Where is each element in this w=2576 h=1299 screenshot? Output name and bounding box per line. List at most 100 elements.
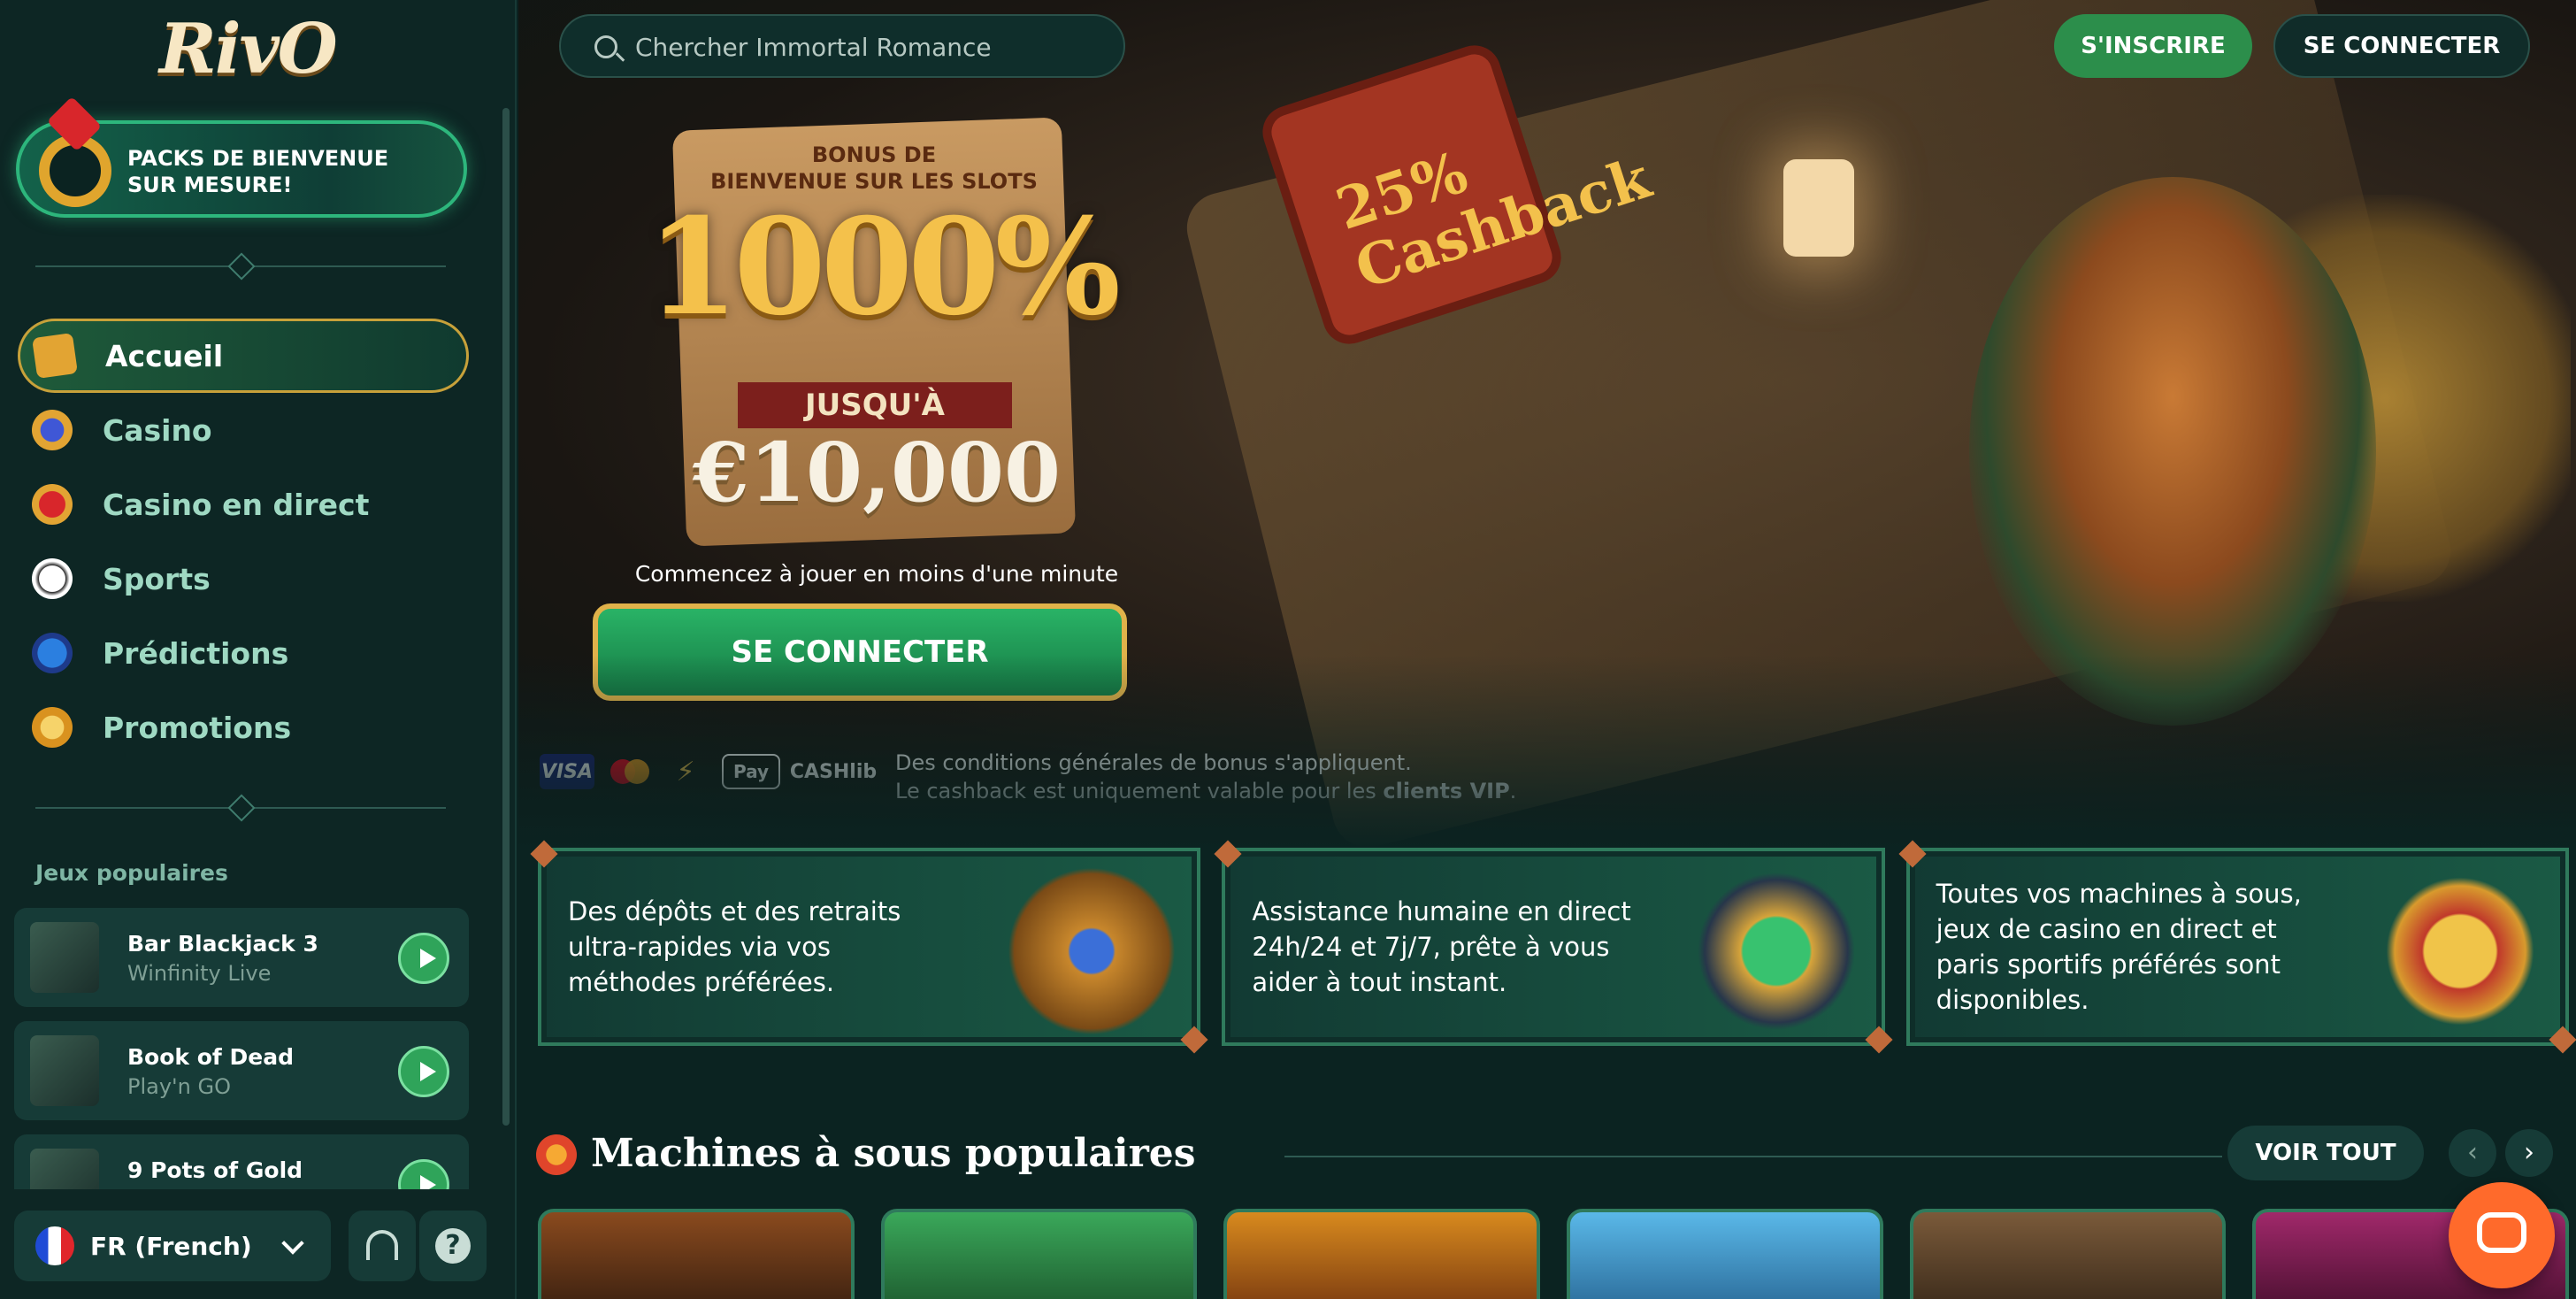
slots-carousel (538, 1209, 2570, 1299)
game-name: 9 Pots of Gold (127, 1157, 303, 1183)
search-input[interactable] (635, 27, 1113, 67)
sidebar-item-label: Prédictions (103, 635, 289, 671)
sidebar-item-label: Casino (103, 412, 212, 448)
chevron-down-icon (281, 1232, 304, 1255)
soccer-ball-icon (32, 558, 73, 599)
headset-icon (366, 1230, 398, 1260)
predictions-orb-icon (32, 633, 73, 673)
hero-banner[interactable]: 25% Cashback BONUS DE BIENVENUE SUR LES … (518, 0, 2576, 855)
terms-line-2: Le cashback est uniquement valable pour … (895, 777, 1516, 805)
apple-pay-icon: Pay (722, 754, 780, 789)
support-button[interactable] (349, 1211, 416, 1281)
feature-card-payments: Des dépôts et des retraits ultra-rapides… (538, 848, 1201, 1046)
slot-tile[interactable] (538, 1209, 855, 1299)
cashlib-icon: CASHlib (789, 760, 878, 783)
feature-cards: Des dépôts et des retraits ultra-rapides… (538, 848, 2569, 1046)
slot-tile[interactable] (1909, 1209, 2227, 1299)
sidebar-item-label: Casino en direct (103, 487, 370, 522)
game-card[interactable]: Bar Blackjack 3 Winfinity Live (14, 908, 469, 1007)
language-selector[interactable]: FR (French) (14, 1211, 331, 1281)
feature-text: Assistance humaine en direct 24h/24 et 7… (1252, 896, 1631, 997)
sidebar-item-accueil[interactable]: Accueil (18, 319, 469, 393)
terms-line-2-suffix: . (1509, 779, 1517, 803)
slot-tile[interactable] (880, 1209, 1198, 1299)
sidebar-item-promotions[interactable]: Promotions (18, 690, 469, 765)
welcome-pack-banner[interactable]: PACKS DE BIENVENUE SUR MESURE! (16, 120, 467, 218)
casino-chip-icon (32, 410, 73, 450)
game-thumbnail (30, 922, 99, 993)
ring-icon (39, 135, 111, 207)
sidebar-scrollbar[interactable] (502, 108, 510, 1126)
play-icon[interactable] (398, 1046, 449, 1097)
feature-card-games: Toutes vos machines à sous, jeux de casi… (1905, 848, 2569, 1046)
search-icon (594, 35, 617, 58)
slot-tile[interactable] (1567, 1209, 1883, 1299)
terms-line-1: Des conditions générales de bonus s'appl… (895, 750, 1412, 775)
bonus-terms: Des conditions générales de bonus s'appl… (895, 749, 1516, 805)
carousel-prev-button[interactable]: ‹ (2449, 1129, 2496, 1177)
live-casino-icon (32, 484, 73, 525)
game-name: Bar Blackjack 3 (127, 931, 318, 957)
view-all-button[interactable]: VOIR TOUT (2227, 1126, 2424, 1180)
mastercard-icon (610, 754, 649, 789)
sidebar-divider (35, 265, 446, 267)
candle-art (1783, 159, 1854, 257)
game-thumbnail (30, 1149, 99, 1189)
feature-text: Des dépôts et des retraits ultra-rapides… (568, 896, 901, 997)
hero-subtitle: Commencez à jouer en moins d'une minute (634, 561, 1119, 587)
sidebar: RivO PACKS DE BIENVENUE SUR MESURE! Accu… (0, 0, 517, 1299)
game-provider: Winfinity Live (127, 961, 272, 986)
popular-games-list: Bar Blackjack 3 Winfinity Live Book of D… (14, 908, 469, 1189)
sidebar-item-label: Sports (103, 561, 211, 596)
bonus-title: BONUS DE BIENVENUE SUR LES SLOTS (710, 142, 1038, 194)
visa-icon: VISA (540, 754, 594, 789)
sidebar-item-casino[interactable]: Casino (18, 393, 469, 467)
crown-coin-icon (32, 707, 73, 748)
game-card[interactable]: 9 Pots of Gold (14, 1134, 469, 1189)
instant-payment-icon: ⚡ (676, 756, 695, 788)
live-chat-button[interactable] (2449, 1182, 2555, 1288)
support-shield-icon (1691, 867, 1860, 1035)
hero-login-button[interactable]: SE CONNECTER (593, 603, 1127, 701)
payment-methods: VISA ⚡ Pay CASHlib (540, 754, 878, 789)
fox-mascot-art (1969, 177, 2376, 726)
rivo-logo[interactable]: RivO (159, 9, 354, 89)
login-button[interactable]: SE CONNECTER (2273, 14, 2530, 78)
scroll-icon (32, 333, 78, 379)
vip-clients-link[interactable]: clients VIP (1383, 779, 1509, 803)
bonus-amount: €10,000 (692, 425, 1062, 520)
play-icon[interactable] (398, 1159, 449, 1189)
feature-card-support: Assistance humaine en direct 24h/24 et 7… (1222, 848, 1885, 1046)
play-icon[interactable] (398, 933, 449, 984)
language-label: FR (French) (90, 1231, 252, 1261)
game-name: Book of Dead (127, 1044, 294, 1070)
main-content: 25% Cashback BONUS DE BIENVENUE SUR LES … (518, 0, 2576, 1299)
slot-machine-icon (2375, 867, 2544, 1035)
france-flag-icon (35, 1226, 74, 1265)
sidebar-nav: Accueil Casino Casino en direct Sports P… (18, 319, 469, 765)
sidebar-item-label: Promotions (103, 710, 292, 745)
sidebar-item-predictions[interactable]: Prédictions (18, 616, 469, 690)
popular-slots-header: Machines à sous populaires VOIR TOUT ‹ › (536, 1126, 2571, 1188)
terms-line-2-prefix: Le cashback est uniquement valable pour … (895, 779, 1384, 803)
search-bar[interactable] (559, 14, 1125, 78)
game-provider: Play'n GO (127, 1074, 231, 1099)
money-bag-icon (1008, 867, 1177, 1035)
section-divider (1284, 1156, 2222, 1157)
bonus-percent: 1000% (646, 189, 1121, 345)
slot-tile[interactable] (1223, 1209, 1541, 1299)
welcome-pack-label: PACKS DE BIENVENUE SUR MESURE! (127, 146, 389, 197)
popular-games-title: Jeux populaires (35, 860, 228, 886)
sidebar-divider (35, 807, 446, 809)
sidebar-item-sports[interactable]: Sports (18, 542, 469, 616)
signup-button[interactable]: S'INSCRIRE (2054, 14, 2252, 78)
carousel-next-button[interactable]: › (2505, 1129, 2553, 1177)
section-title: Machines à sous populaires (591, 1131, 1196, 1176)
bonus-upto-ribbon: JUSQU'À (738, 382, 1012, 428)
chat-bubble-icon (2477, 1212, 2526, 1253)
sidebar-item-casino-en-direct[interactable]: Casino en direct (18, 467, 469, 542)
game-thumbnail (30, 1035, 99, 1106)
help-button[interactable]: ? (419, 1211, 487, 1281)
fire-icon (536, 1134, 577, 1175)
game-card[interactable]: Book of Dead Play'n GO (14, 1021, 469, 1120)
